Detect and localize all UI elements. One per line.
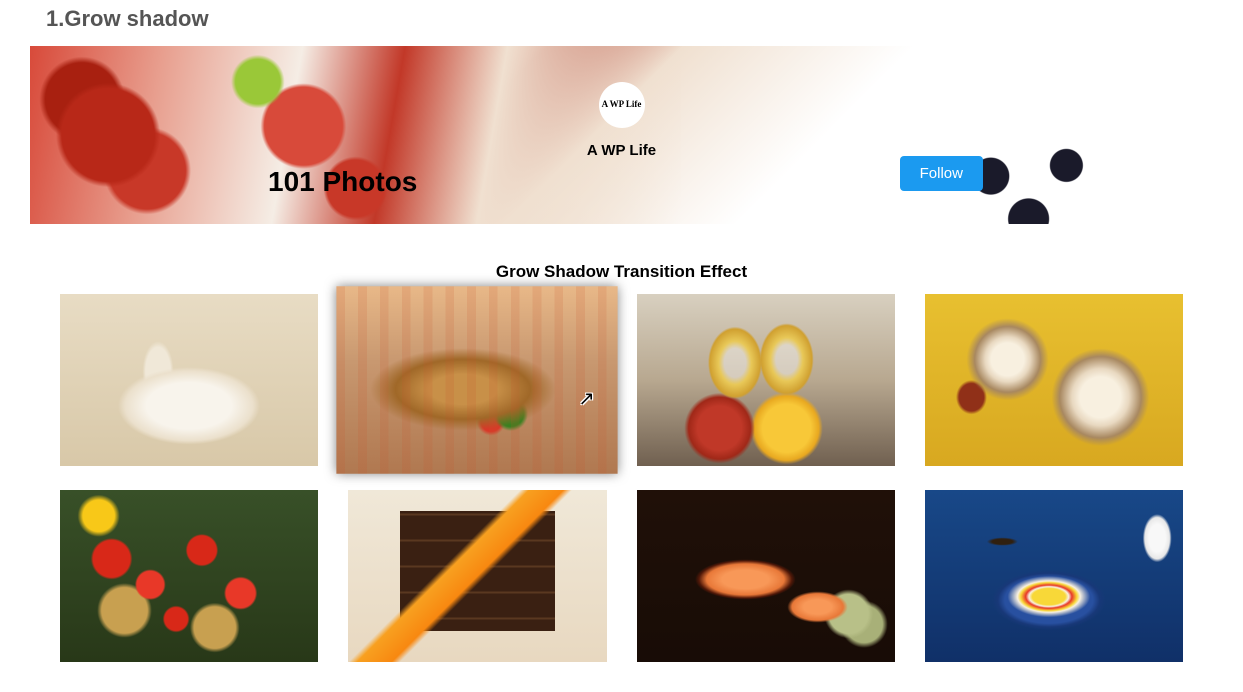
profile-name: A WP Life: [587, 142, 656, 159]
gallery-item[interactable]: [925, 294, 1183, 466]
gallery-item[interactable]: [60, 294, 318, 466]
photo-count: 101 Photos: [268, 166, 417, 198]
cursor-icon: ↖: [579, 387, 595, 410]
avatar[interactable]: A WP Life: [599, 82, 645, 128]
effect-title: Grow Shadow Transition Effect: [0, 262, 1243, 282]
gallery-grid: ↖: [0, 294, 1243, 692]
gallery-item[interactable]: [348, 490, 606, 662]
section-title: 1.Grow shadow: [0, 0, 1243, 46]
gallery-item[interactable]: [60, 490, 318, 662]
gallery-item[interactable]: ↖: [337, 286, 618, 473]
profile-banner: A WP Life A WP Life 101 Photos Follow: [30, 46, 1213, 224]
gallery-item[interactable]: [637, 294, 895, 466]
gallery-item[interactable]: [637, 490, 895, 662]
follow-button[interactable]: Follow: [900, 156, 983, 191]
gallery-item[interactable]: [925, 490, 1183, 662]
